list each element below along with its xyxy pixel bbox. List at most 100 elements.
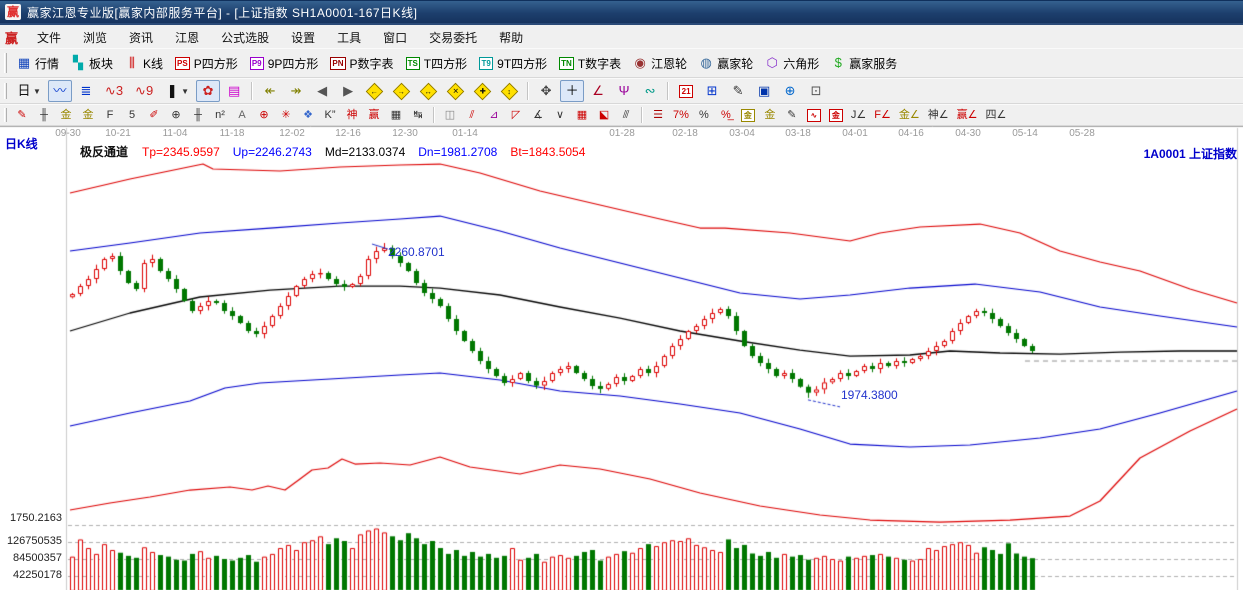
- tool-gann-gold-ruler-1[interactable]: 金: [56, 106, 76, 124]
- tool-grid-123[interactable]: ▦: [386, 106, 406, 124]
- tool-k-quote[interactable]: K”: [320, 106, 340, 124]
- menu-item-tools[interactable]: 工具: [326, 27, 372, 48]
- tool-measure-width[interactable]: ↹: [408, 106, 428, 124]
- tool-n-square-ruler[interactable]: n²: [210, 106, 230, 124]
- toolbar-button-p-square[interactable]: PS P四方形: [170, 52, 243, 74]
- tool-gann-web[interactable]: ✳: [276, 106, 296, 124]
- tool-gann-gold-ruler-2[interactable]: 金: [78, 106, 98, 124]
- tool-zoom-vertical[interactable]: ↕: [497, 80, 522, 102]
- tool-go-first[interactable]: ↞: [258, 80, 282, 102]
- tool-gold-red-box[interactable]: 金: [826, 106, 846, 124]
- tool-ruler-grid[interactable]: ╫: [34, 106, 54, 124]
- menu-item-trade-entrust[interactable]: 交易委托: [418, 27, 488, 48]
- toolbar-button-winner-wheel[interactable]: ◍ 赢家轮: [694, 52, 758, 74]
- tool-frame-box[interactable]: ◫: [440, 106, 460, 124]
- tool-web-update[interactable]: ⊕: [778, 80, 802, 102]
- menu-item-news[interactable]: 资讯: [118, 27, 164, 48]
- tool-red-grid-arrow[interactable]: ⬕: [594, 106, 614, 124]
- tool-info-list[interactable]: ≣: [74, 80, 98, 102]
- title-bar[interactable]: 赢 赢家江恩专业版[赢家内部服务平台] - [上证指数 SH1A0001-167…: [0, 1, 1243, 25]
- tool-zoom-out-all[interactable]: ✕: [443, 80, 468, 102]
- tool-go-last[interactable]: ↠: [284, 80, 308, 102]
- tool-fan-corner-box[interactable]: ◸: [506, 106, 526, 124]
- tool-save-disk[interactable]: ▣: [752, 80, 776, 102]
- toolbar-grip[interactable]: [4, 53, 7, 73]
- tool-gold-underline[interactable]: 金: [760, 106, 780, 124]
- toolbar-button-kline[interactable]: ⫼ K线: [120, 52, 168, 74]
- tool-ying-ruler[interactable]: 赢: [364, 106, 384, 124]
- tool-scribble-tool[interactable]: ∾: [638, 80, 662, 102]
- tool-percent[interactable]: %: [694, 106, 714, 124]
- tool-wave-3[interactable]: ∿3: [100, 80, 128, 102]
- tool-gold-angle[interactable]: 金∠: [896, 106, 923, 124]
- tool-f-ruler[interactable]: F: [100, 106, 120, 124]
- tool-f-angle[interactable]: F∠: [871, 106, 894, 124]
- tool-calendar-21[interactable]: 21: [674, 80, 698, 102]
- tool-gann-fan[interactable]: ⫽: [462, 106, 482, 124]
- tool-single-candle-dropdown[interactable]: ❚ ▼: [160, 80, 194, 102]
- tool-j-angle[interactable]: J∠: [848, 106, 869, 124]
- tool-angle-compass[interactable]: ∠: [586, 80, 610, 102]
- tool-percent-line[interactable]: %̲: [716, 106, 736, 124]
- tool-zigzag-tool[interactable]: 〰: [47, 80, 72, 102]
- tool-pen-angle[interactable]: ✎: [782, 106, 802, 124]
- tool-gold-circle[interactable]: 金: [738, 106, 758, 124]
- tool-notepad[interactable]: ✎: [726, 80, 750, 102]
- tool-target-circle[interactable]: ⊕: [254, 106, 274, 124]
- tool-pan-left[interactable]: ←: [362, 80, 387, 102]
- toolbar-grip[interactable]: [4, 108, 7, 122]
- toolbar-button-t-number-table[interactable]: TN T数字表: [554, 52, 626, 74]
- tool-percent-seven[interactable]: 7%: [670, 106, 692, 124]
- tool-pan-right[interactable]: →: [389, 80, 414, 102]
- tool-red-grid-box[interactable]: ▦: [572, 106, 592, 124]
- menu-item-help[interactable]: 帮助: [488, 27, 534, 48]
- tool-step-back[interactable]: ◀: [310, 80, 334, 102]
- tool-angle-a[interactable]: A: [232, 106, 252, 124]
- tool-pen-ruler[interactable]: ✐: [144, 106, 164, 124]
- toolbar-button-9p-square[interactable]: P9 9P四方形: [245, 52, 324, 74]
- tool-red-pen[interactable]: ✎: [12, 106, 32, 124]
- tool-slant-lines[interactable]: ⫻: [616, 106, 636, 124]
- tool-ying-angle[interactable]: 赢∠: [954, 106, 981, 124]
- tool-kline-style-dropdown[interactable]: 日 ▼: [12, 80, 46, 102]
- tool-spiral-5-ruler[interactable]: 5: [122, 106, 142, 124]
- tool-color-histogram[interactable]: ▤: [222, 80, 246, 102]
- menu-item-browse[interactable]: 浏览: [72, 27, 118, 48]
- toolbar-button-p-number-table[interactable]: PN P数字表: [325, 52, 398, 74]
- tool-gann-web-box[interactable]: ❖: [298, 106, 318, 124]
- tool-pattern-tool[interactable]: ✿: [196, 80, 221, 102]
- tool-gann-tool-purple[interactable]: Ψ: [612, 80, 636, 102]
- tool-si-angle[interactable]: 四∠: [983, 106, 1010, 124]
- toolbar-button-quotes[interactable]: ▦ 行情: [12, 52, 64, 74]
- tool-gann-circle[interactable]: ⊕: [166, 106, 186, 124]
- tool-shen-angle[interactable]: 神∠: [925, 106, 952, 124]
- toolbar-button-gann-wheel[interactable]: ◉ 江恩轮: [628, 52, 692, 74]
- tool-zoom-horizontal[interactable]: ↔: [416, 80, 441, 102]
- menu-item-gann[interactable]: 江恩: [164, 27, 210, 48]
- toolbar-button-hexagon[interactable]: ⬡ 六角形: [760, 52, 824, 74]
- toolbar-button-9t-square[interactable]: T9 9T四方形: [474, 52, 552, 74]
- menu-item-formula-stock-picking[interactable]: 公式选股: [210, 27, 280, 48]
- tool-hand-tool[interactable]: ✥: [534, 80, 558, 102]
- tool-shen-ruler[interactable]: 神: [342, 106, 362, 124]
- toolbar-button-winner-service[interactable]: $ 赢家服务: [826, 52, 902, 74]
- tool-ruler-grid-2[interactable]: ╫: [188, 106, 208, 124]
- menu-item-settings[interactable]: 设置: [280, 27, 326, 48]
- tool-angle-lines[interactable]: ∡: [528, 106, 548, 124]
- tool-gann-fan-box[interactable]: ⊿: [484, 106, 504, 124]
- menu-item-window[interactable]: 窗口: [372, 27, 418, 48]
- kline-chart-canvas[interactable]: [0, 126, 1243, 590]
- tool-zigzag-v[interactable]: ∨: [550, 106, 570, 124]
- tool-pc-data[interactable]: ⊡: [804, 80, 828, 102]
- tool-calculator[interactable]: ⊞: [700, 80, 724, 102]
- tool-volume-profile[interactable]: ☰: [648, 106, 668, 124]
- tool-wave-red-box[interactable]: ∿: [804, 106, 824, 124]
- toolbar-grip[interactable]: [4, 82, 7, 100]
- tool-crosshair-tool[interactable]: ＋: [560, 80, 585, 102]
- menu-item-file[interactable]: 文件: [26, 27, 72, 48]
- toolbar-button-sectors[interactable]: ▚ 板块: [66, 52, 118, 74]
- toolbar-button-t-square[interactable]: TS T四方形: [401, 52, 473, 74]
- tool-zoom-in-all[interactable]: ✚: [470, 80, 495, 102]
- tool-wave-9[interactable]: ∿9: [130, 80, 158, 102]
- tool-step-forward[interactable]: ▶: [336, 80, 360, 102]
